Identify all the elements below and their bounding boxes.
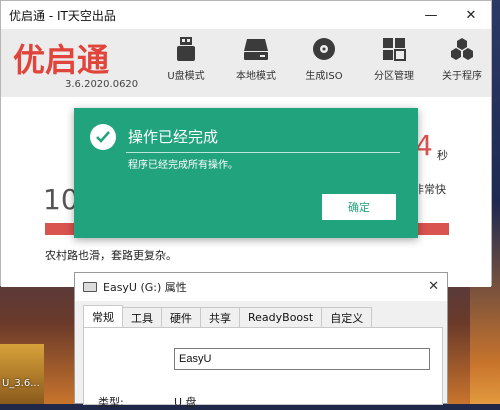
nav-label: 分区管理 <box>374 71 414 82</box>
logo-text: 优启通 <box>13 41 109 79</box>
dialog-title: 操作已经完成 <box>128 128 219 146</box>
dialog-message: 程序已经完成所有操作。 <box>128 160 238 171</box>
close-button[interactable]: ✕ <box>451 1 491 29</box>
properties-tabs: 常规 工具 硬件 共享 ReadyBoost 自定义 <box>83 305 373 327</box>
nav-label: 关于程序 <box>442 71 482 82</box>
properties-title: EasyU (G:) 属性 <box>103 281 187 294</box>
drive-icon <box>83 282 97 292</box>
nav-about[interactable]: 关于程序 <box>433 37 491 93</box>
nav-label: 生成ISO <box>305 71 343 82</box>
slogan-text: 农村路也滑，套路更复杂。 <box>45 249 177 262</box>
usb-drive-icon <box>177 37 195 61</box>
hard-disk-icon <box>244 39 268 60</box>
volume-name-input[interactable] <box>174 348 430 370</box>
minimize-button[interactable]: — <box>411 1 451 29</box>
nav-label: U盘模式 <box>167 71 205 82</box>
general-panel: 类型: U 盘 <box>83 327 443 409</box>
nav-usb-mode[interactable]: U盘模式 <box>157 37 215 93</box>
nav-partition-manager[interactable]: 分区管理 <box>365 37 423 93</box>
dialog-divider <box>126 152 400 153</box>
type-value: U 盘 <box>174 396 197 409</box>
window-controls: — ✕ <box>411 1 491 29</box>
properties-titlebar: EasyU (G:) 属性 <box>75 273 447 301</box>
hexagon-cluster-icon <box>451 38 473 60</box>
nav-local-mode[interactable]: 本地模式 <box>227 37 285 93</box>
tab-general[interactable]: 常规 <box>83 305 123 327</box>
drive-properties-window: EasyU (G:) 属性 ✕ 常规 工具 硬件 共享 ReadyBoost 自… <box>74 272 448 409</box>
check-circle-icon <box>90 124 116 150</box>
tab-customize[interactable]: 自定义 <box>321 307 373 327</box>
app-title: 优启通 - IT天空出品 <box>9 8 116 23</box>
partition-grid-icon <box>383 38 406 61</box>
desktop-file-label[interactable]: U_3.6... <box>2 378 40 389</box>
tab-readyboost[interactable]: ReadyBoost <box>239 307 323 327</box>
tab-tools[interactable]: 工具 <box>122 307 162 327</box>
type-label: 类型: <box>98 396 124 409</box>
nav-label: 本地模式 <box>236 71 276 82</box>
nav-generate-iso[interactable]: 生成ISO <box>295 37 353 93</box>
completion-dialog: 操作已经完成 程序已经完成所有操作。 确定 <box>74 108 418 238</box>
app-header: 优启通 3.6.2020.0620 U盘模式 本地模式 生成ISO 分区管理 关… <box>1 29 491 97</box>
app-version: 3.6.2020.0620 <box>65 79 139 90</box>
disc-icon <box>313 38 335 60</box>
desktop-file-icon[interactable] <box>0 344 44 404</box>
close-icon[interactable]: ✕ <box>428 279 439 294</box>
ok-button[interactable]: 确定 <box>322 194 396 220</box>
tab-hardware[interactable]: 硬件 <box>161 307 201 327</box>
app-logo: 优启通 <box>13 41 109 79</box>
tab-sharing[interactable]: 共享 <box>200 307 240 327</box>
countdown-unit: 秒 <box>437 149 448 162</box>
